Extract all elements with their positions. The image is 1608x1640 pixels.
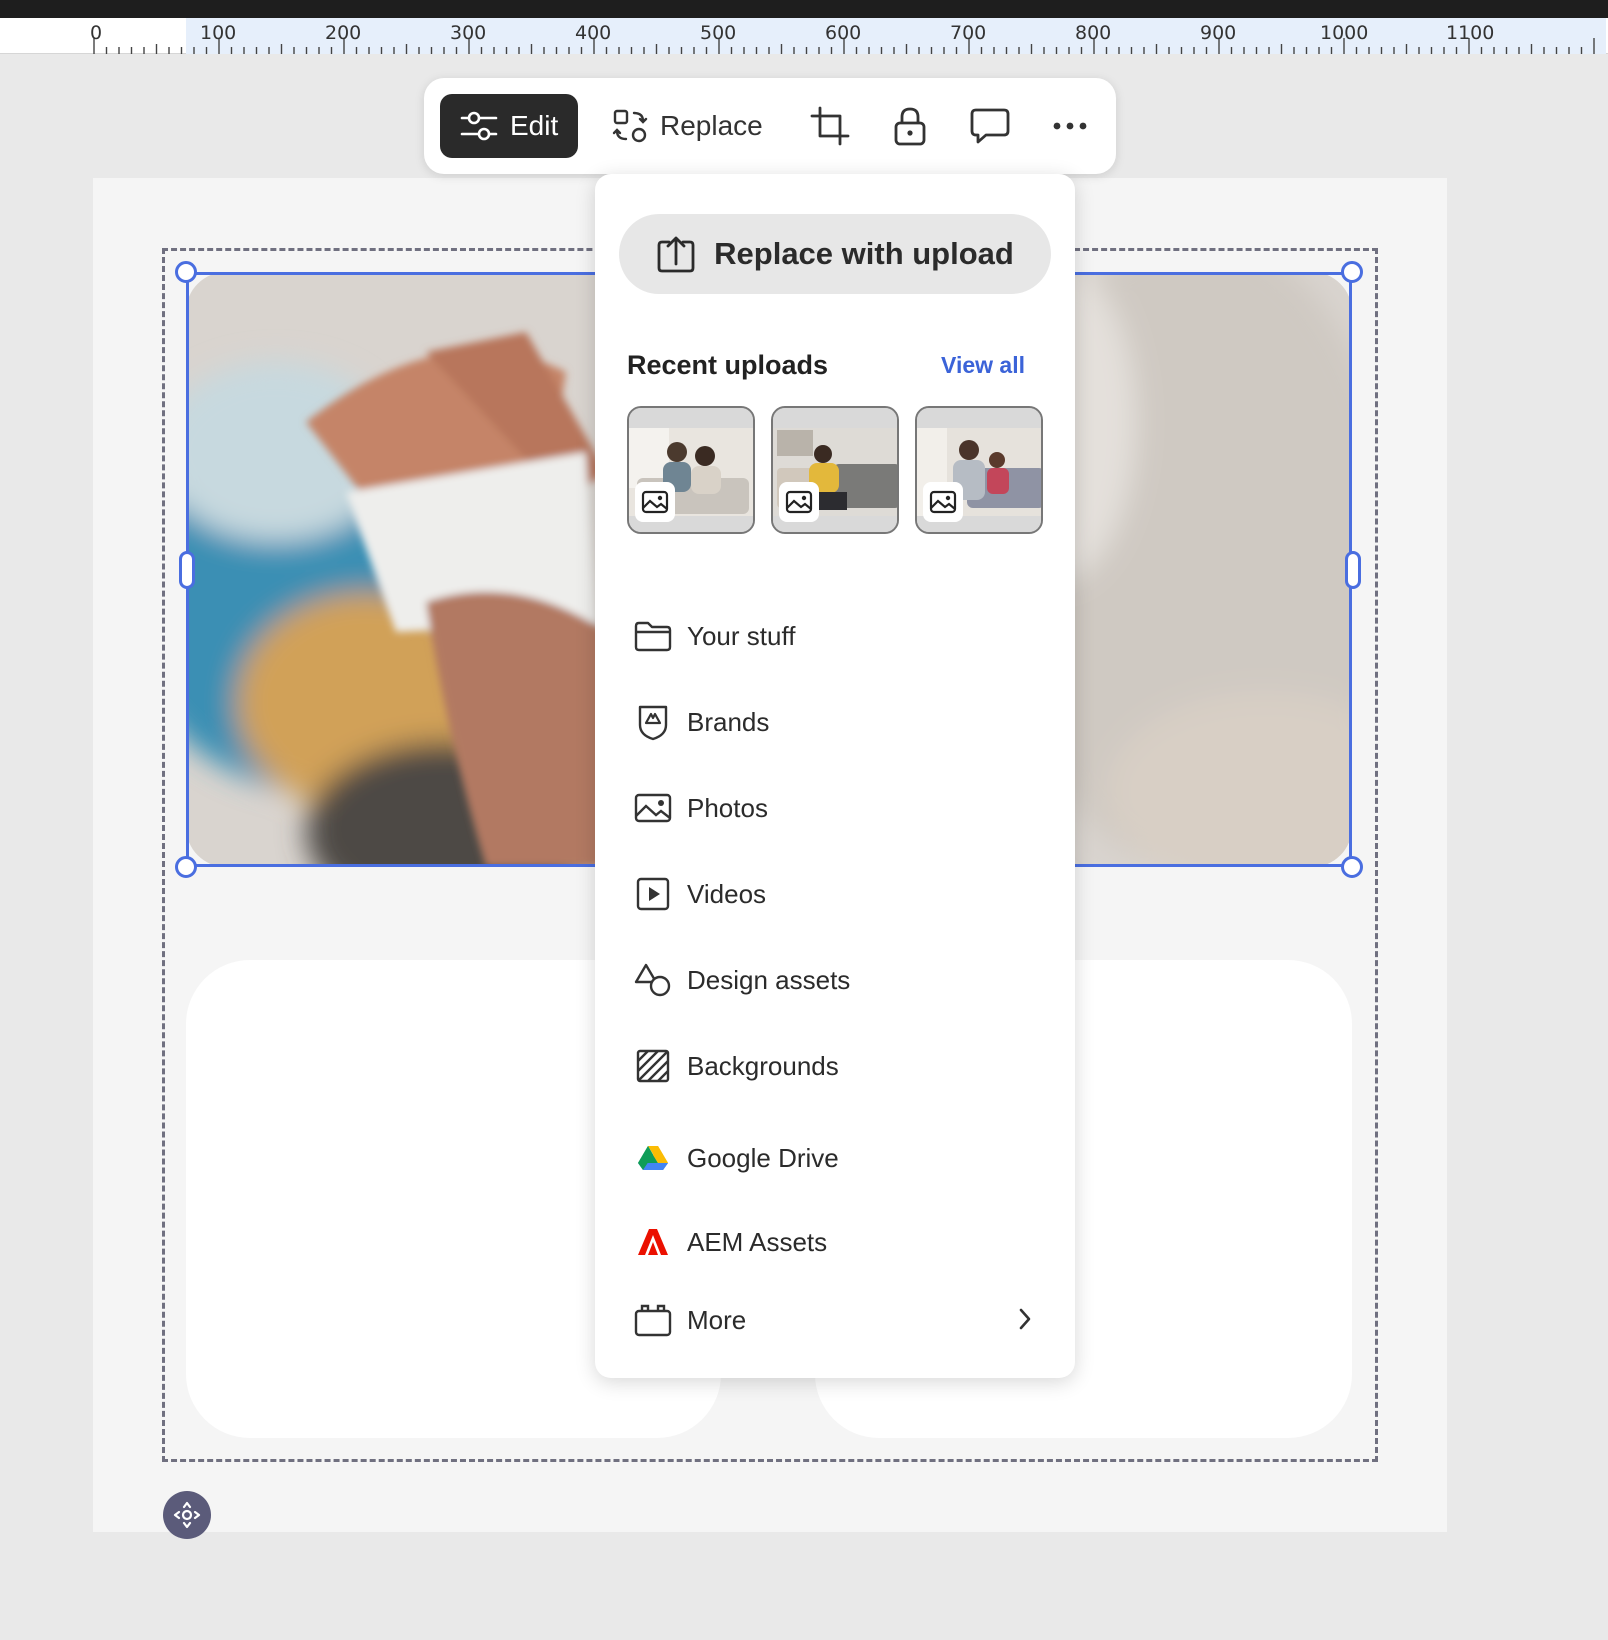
ruler-label: 200 bbox=[325, 22, 362, 44]
image-icon bbox=[641, 490, 669, 514]
menu-item-label: Backgrounds bbox=[687, 1050, 839, 1081]
menu-item-label: Google Drive bbox=[687, 1142, 839, 1173]
ruler-label: 400 bbox=[575, 22, 612, 44]
replace-button[interactable]: Replace bbox=[612, 94, 763, 158]
lock-icon bbox=[894, 107, 926, 146]
recent-upload-thumbnail[interactable] bbox=[771, 406, 899, 534]
image-icon bbox=[929, 490, 957, 514]
resize-handle-top-right[interactable] bbox=[1341, 261, 1363, 283]
menu-item-backgrounds[interactable]: Backgrounds bbox=[633, 1038, 1045, 1094]
edit-button[interactable]: Edit bbox=[440, 94, 578, 158]
menu-item-design-assets[interactable]: Design assets bbox=[633, 952, 1045, 1008]
ruler-label: 700 bbox=[950, 22, 987, 44]
crop-button[interactable] bbox=[804, 100, 856, 152]
chevron-right-icon bbox=[1017, 1306, 1033, 1337]
menu-item-label: Your stuff bbox=[687, 620, 796, 651]
menu-item-label: AEM Assets bbox=[687, 1226, 828, 1257]
adobe-icon bbox=[633, 1222, 673, 1262]
photo-icon bbox=[633, 788, 673, 828]
resize-handle-right[interactable] bbox=[1345, 551, 1361, 589]
move-handle[interactable] bbox=[163, 1491, 211, 1539]
resize-handle-bottom-left[interactable] bbox=[175, 856, 197, 878]
menu-item-label: Videos bbox=[687, 878, 767, 909]
menu-item-label: Photos bbox=[687, 792, 768, 823]
folder-icon bbox=[633, 616, 673, 656]
resize-handle-left[interactable] bbox=[179, 551, 195, 589]
comment-button[interactable] bbox=[964, 100, 1016, 152]
ruler-label: 800 bbox=[1075, 22, 1112, 44]
video-icon bbox=[633, 874, 673, 914]
menu-item-brands[interactable]: Brands bbox=[633, 694, 1045, 750]
image-badge bbox=[635, 482, 675, 522]
menu-item-more[interactable]: More bbox=[633, 1292, 1045, 1348]
crop-icon bbox=[810, 106, 850, 146]
replace-button-label: Replace bbox=[660, 110, 763, 141]
upload-icon bbox=[657, 236, 695, 273]
ruler-label: 1000 bbox=[1320, 22, 1369, 44]
ruler-label: 600 bbox=[825, 22, 862, 44]
view-all-link[interactable]: View all bbox=[941, 352, 1025, 379]
swap-icon bbox=[612, 109, 648, 143]
ruler-label: 900 bbox=[1200, 22, 1237, 44]
ruler-label: 0 bbox=[90, 22, 103, 44]
ruler-label: 1100 bbox=[1446, 22, 1495, 44]
image-badge bbox=[779, 482, 819, 522]
move-icon bbox=[173, 1501, 201, 1529]
briefcase-icon bbox=[633, 1300, 673, 1340]
image-icon bbox=[785, 490, 813, 514]
sliders-icon bbox=[460, 111, 498, 141]
recent-uploads-title: Recent uploads bbox=[627, 350, 829, 380]
edit-button-label: Edit bbox=[510, 110, 559, 141]
google-drive-icon bbox=[633, 1138, 673, 1178]
more-options-button[interactable] bbox=[1044, 100, 1096, 152]
replace-menu: Replace with upload Recent uploads View … bbox=[595, 174, 1075, 1378]
comment-icon bbox=[970, 108, 1010, 144]
menu-item-photos[interactable]: Photos bbox=[633, 780, 1045, 836]
menu-item-label: More bbox=[687, 1304, 747, 1335]
context-toolbar: Edit Replace bbox=[424, 78, 1116, 174]
ruler-label: 100 bbox=[200, 22, 237, 44]
recent-upload-thumbnail[interactable] bbox=[915, 406, 1043, 534]
lock-button[interactable] bbox=[884, 100, 936, 152]
brand-icon bbox=[633, 702, 673, 742]
shapes-icon bbox=[633, 960, 673, 1000]
horizontal-ruler: 0 100 200 300 400 500 600 700 800 900 10… bbox=[0, 18, 1608, 54]
ruler-label: 500 bbox=[700, 22, 737, 44]
replace-with-upload-label: Replace with upload bbox=[714, 236, 1014, 271]
resize-handle-top-left[interactable] bbox=[175, 261, 197, 283]
menu-item-videos[interactable]: Videos bbox=[633, 866, 1045, 922]
recent-upload-thumbnail[interactable] bbox=[627, 406, 755, 534]
menu-item-label: Design assets bbox=[687, 964, 851, 995]
menu-item-google-drive[interactable]: Google Drive bbox=[633, 1130, 1045, 1186]
menu-item-aem-assets[interactable]: AEM Assets bbox=[633, 1214, 1045, 1270]
image-badge bbox=[923, 482, 963, 522]
more-icon bbox=[1053, 122, 1087, 130]
window-top-bar bbox=[0, 0, 1608, 18]
menu-item-label: Brands bbox=[687, 706, 770, 737]
replace-with-upload-button[interactable]: Replace with upload bbox=[619, 214, 1051, 294]
resize-handle-bottom-right[interactable] bbox=[1341, 856, 1363, 878]
pattern-icon bbox=[633, 1046, 673, 1086]
menu-item-your-stuff[interactable]: Your stuff bbox=[633, 608, 1045, 664]
ruler-label: 300 bbox=[450, 22, 487, 44]
